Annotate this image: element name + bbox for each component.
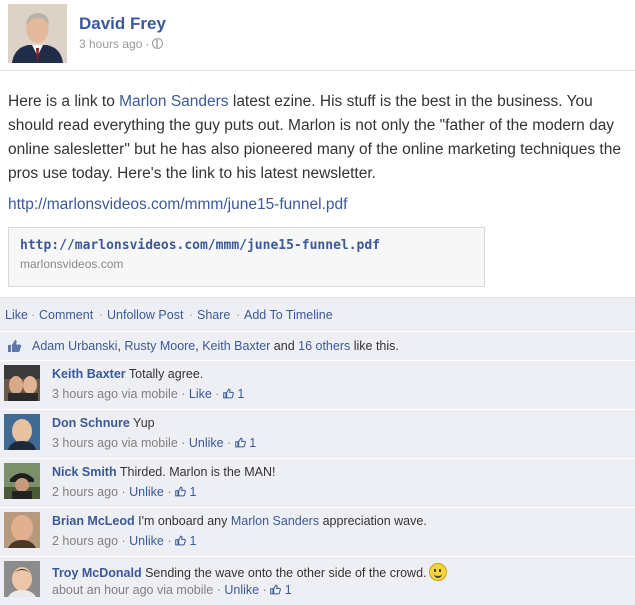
comment-time[interactable]: 3 hours ago via mobile (52, 436, 178, 450)
comment-line: Brian McLeod I'm onboard any Marlon Sand… (52, 514, 427, 528)
comment-like-count[interactable]: 1 (237, 387, 244, 401)
liker-link[interactable]: Keith Baxter (202, 339, 270, 353)
comment-like-count[interactable]: 1 (285, 583, 292, 597)
comment-button[interactable]: Comment (39, 308, 93, 322)
comment-time[interactable]: 2 hours ago (52, 485, 118, 499)
comment-meta: 2 hours ago · Unlike · 1 (52, 485, 197, 499)
comment-unlike-button[interactable]: Unlike (129, 534, 164, 548)
thumbs-up-icon (7, 339, 22, 353)
comment-author[interactable]: Brian McLeod (52, 514, 135, 528)
mention-link[interactable]: Marlon Sanders (231, 514, 319, 528)
commenter-avatar[interactable] (4, 561, 40, 597)
comment-like-count[interactable]: 1 (249, 436, 256, 450)
action-separator: · (99, 308, 104, 322)
like-button[interactable]: Like (5, 308, 28, 322)
comment-author[interactable]: Troy McDonald (52, 566, 142, 580)
post-header: David Frey 3 hours ago · (0, 0, 635, 70)
others-link[interactable]: 16 others (298, 339, 350, 353)
comment-meta: 3 hours ago via mobile · Like · 1 (52, 387, 245, 401)
thumbs-up-icon (175, 535, 186, 546)
comment-meta: about an hour ago via mobile · Unlike · … (52, 583, 292, 597)
comment-line: Nick Smith Thirded. Marlon is the MAN! (52, 465, 275, 479)
header-divider (0, 70, 635, 71)
comment-text-after: appreciation wave. (319, 514, 427, 528)
author-name[interactable]: David Frey (79, 14, 166, 34)
likes-tail: like this. (350, 339, 399, 353)
comment-author[interactable]: Nick Smith (52, 465, 117, 479)
post-text-before: Here is a link to (8, 93, 120, 110)
comment-text: Sending the wave onto the other side of … (145, 566, 427, 580)
thumbs-up-icon (270, 584, 282, 595)
comment-item: Nick Smith Thirded. Marlon is the MAN! 2… (0, 458, 635, 507)
add-to-timeline-button[interactable]: Add To Timeline (244, 308, 333, 322)
comment-unlike-button[interactable]: Unlike (129, 485, 164, 499)
comment-meta: 3 hours ago via mobile · Unlike · 1 (52, 436, 257, 450)
comment-meta: 2 hours ago · Unlike · 1 (52, 534, 197, 548)
comment-like-count[interactable]: 1 (189, 534, 196, 548)
comment-author[interactable]: Don Schnure (52, 416, 130, 430)
author-avatar[interactable] (8, 4, 67, 63)
link-preview[interactable]: http://marlonsvideos.com/mmm/june15-funn… (8, 227, 485, 287)
comment-text: Totally agree. (128, 367, 204, 381)
likes-summary: Adam Urbanski, Rusty Moore, Keith Baxter… (0, 331, 635, 360)
comment-item: Brian McLeod I'm onboard any Marlon Sand… (0, 507, 635, 556)
action-separator: · (189, 308, 194, 322)
globe-icon[interactable] (152, 38, 164, 49)
thumbs-up-icon (234, 437, 246, 448)
comment-text: Thirded. Marlon is the MAN! (119, 465, 276, 479)
comment-item: Troy McDonald Sending the wave onto the … (0, 556, 635, 605)
post-time[interactable]: 3 hours ago (79, 37, 142, 51)
comment-line: Troy McDonald Sending the wave onto the … (52, 563, 447, 581)
liker-link[interactable]: Adam Urbanski (32, 339, 117, 353)
comment-like-button[interactable]: Like (189, 387, 212, 401)
comment-unlike-button[interactable]: Unlike (189, 436, 224, 450)
comment-time[interactable]: 2 hours ago (52, 534, 118, 548)
comment-item: Keith Baxter Totally agree. 3 hours ago … (0, 360, 635, 409)
comment-like-count[interactable]: 1 (189, 485, 196, 499)
commenter-avatar[interactable] (4, 463, 40, 499)
action-separator: · (31, 308, 36, 322)
liker-link[interactable]: Rusty Moore (124, 339, 195, 353)
comment-unlike-button[interactable]: Unlike (224, 583, 259, 597)
post-url-link[interactable]: http://marlonsvideos.com/mmm/june15-funn… (8, 196, 347, 214)
commenter-avatar[interactable] (4, 414, 40, 450)
comment-line: Keith Baxter Totally agree. (52, 367, 203, 381)
comment-time[interactable]: 3 hours ago via mobile (52, 387, 178, 401)
comment-line: Don Schnure Yup (52, 416, 155, 430)
unfollow-post-button[interactable]: Unfollow Post (107, 308, 183, 322)
comment-text-before: I'm onboard any (138, 514, 231, 528)
mention-link[interactable]: Marlon Sanders (119, 93, 228, 110)
meta-separator: · (145, 37, 150, 51)
post-meta: 3 hours ago · (79, 37, 164, 51)
post-body: Here is a link to Marlon Sanders latest … (8, 90, 632, 186)
link-preview-title[interactable]: http://marlonsvideos.com/mmm/june15-funn… (20, 238, 380, 253)
comment-text: Yup (133, 416, 155, 430)
comment-item: Don Schnure Yup 3 hours ago via mobile ·… (0, 409, 635, 458)
comment-time[interactable]: about an hour ago via mobile (52, 583, 213, 597)
comment-author[interactable]: Keith Baxter (52, 367, 126, 381)
action-separator: · (236, 308, 241, 322)
link-preview-domain: marlonsvideos.com (20, 257, 124, 271)
post-actions-bar: Like · Comment · Unfollow Post · Share ·… (0, 297, 635, 331)
likes-and: and (270, 339, 299, 353)
commenter-avatar[interactable] (4, 512, 40, 548)
likes-text: Adam Urbanski, Rusty Moore, Keith Baxter… (32, 339, 399, 353)
thumbs-up-icon (223, 388, 234, 399)
commenter-avatar[interactable] (4, 365, 40, 401)
share-button[interactable]: Share (197, 308, 230, 322)
thumbs-up-icon (175, 486, 186, 497)
smiley-emoticon-icon (428, 563, 447, 581)
